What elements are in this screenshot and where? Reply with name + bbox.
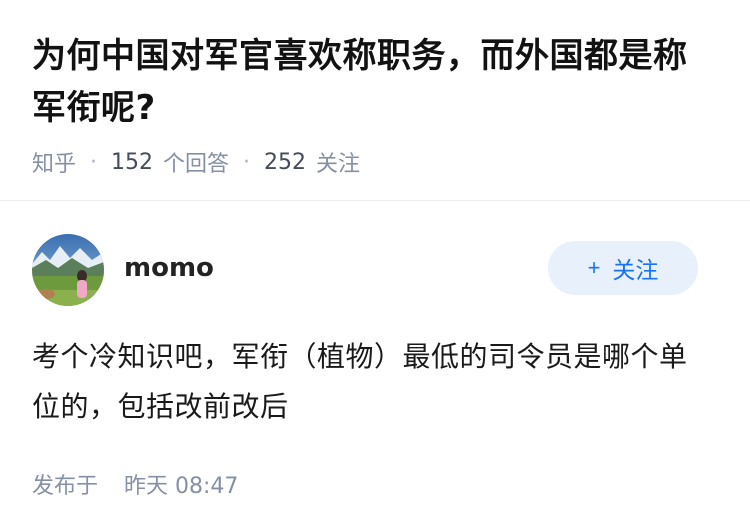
publish-prefix: 发布于 <box>32 474 99 499</box>
publish-time: 昨天 08:47 <box>124 474 239 499</box>
answer-count-label: 个回答 <box>163 152 230 177</box>
question-title[interactable]: 为何中国对军官喜欢称职务，而外国都是称军衔呢? <box>32 30 718 134</box>
plus-icon: + <box>587 255 601 280</box>
answer-card: momo + 关注 考个冷知识吧，军衔（植物）最低的司令员是哪个单位的，包括改前… <box>32 234 698 500</box>
follow-button[interactable]: + 关注 <box>548 241 698 295</box>
answer-content[interactable]: 考个冷知识吧，军衔（植物）最低的司令员是哪个单位的，包括改前改后 <box>32 332 698 432</box>
author-avatar[interactable] <box>32 234 104 306</box>
publish-info: 发布于 昨天 08:47 <box>32 468 698 500</box>
follower-count-label: 关注 <box>316 152 361 177</box>
follow-button-label: 关注 <box>612 257 659 283</box>
follower-count: 252 <box>264 149 307 175</box>
meta-separator: · <box>243 149 251 175</box>
author-row: momo + 关注 <box>32 234 698 306</box>
meta-separator: · <box>90 149 98 175</box>
question-meta: 知乎 · 152 个回答 · 252 关注 <box>32 146 718 178</box>
section-divider <box>0 200 750 201</box>
question-header: 为何中国对军官喜欢称职务，而外国都是称军衔呢? 知乎 · 152 个回答 · 2… <box>0 0 750 178</box>
source-label[interactable]: 知乎 <box>32 146 76 178</box>
avatar-photo-icon <box>32 234 104 306</box>
answer-count: 152 <box>111 149 154 175</box>
answer-page: 为何中国对军官喜欢称职务，而外国都是称军衔呢? 知乎 · 152 个回答 · 2… <box>0 0 750 532</box>
author-name[interactable]: momo <box>124 253 548 283</box>
